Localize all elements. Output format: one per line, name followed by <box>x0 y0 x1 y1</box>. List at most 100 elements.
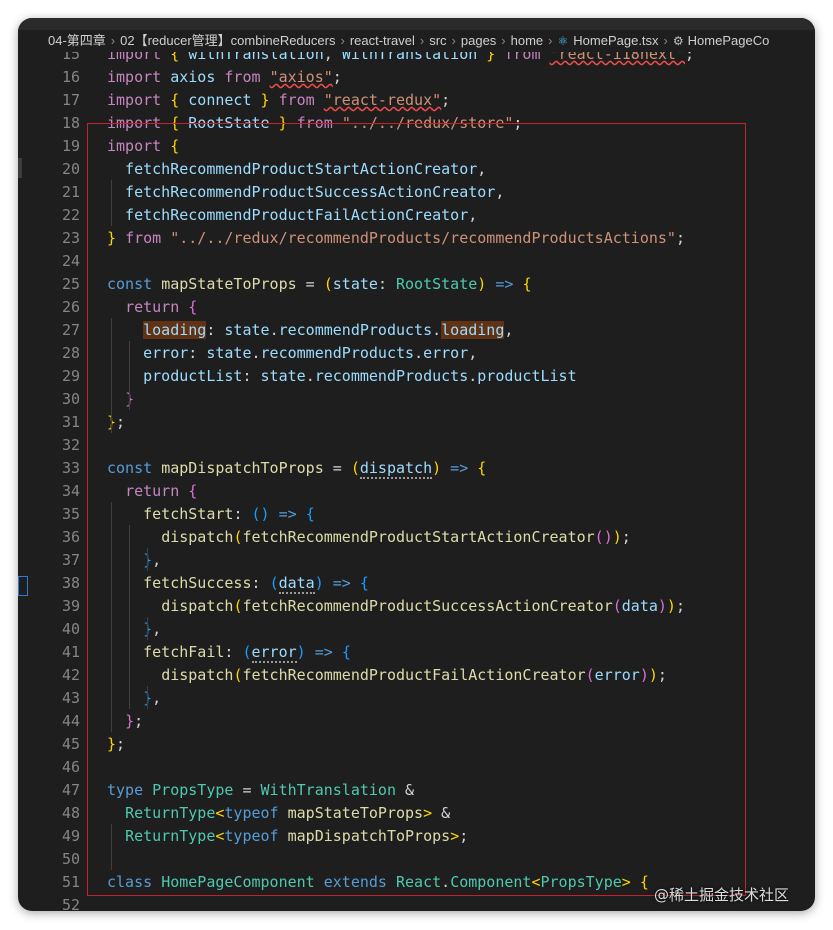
code-line[interactable]: 24 <box>18 250 815 273</box>
code-line[interactable]: 49 ReturnType<typeof mapDispatchToProps>… <box>18 825 815 848</box>
line-number: 21 <box>61 183 80 201</box>
code-token: => <box>486 275 523 293</box>
code-token: from <box>504 52 541 63</box>
code-token: error <box>143 344 189 362</box>
code-line[interactable]: 39 dispatch (fetchRecommendProductSuccess… <box>18 595 815 618</box>
code-line[interactable]: 33 const mapDispatchToProps = (dispatch) … <box>18 457 815 480</box>
breadcrumb[interactable]: 04-第四章 › 02【reducer管理】combineReducers › reac… <box>18 30 815 52</box>
line-number: 36 <box>61 528 80 546</box>
code-token: = <box>296 275 324 293</box>
code-line[interactable]: 50 <box>18 848 815 871</box>
code-token: ReturnType <box>125 827 216 845</box>
code-line[interactable]: 37 }, <box>18 549 815 572</box>
code-line[interactable]: 34 return { <box>18 480 815 503</box>
code-line[interactable]: 29 productList: state.recommendProducts.… <box>18 365 815 388</box>
breadcrumb-item[interactable]: 04-第四章 <box>48 33 106 48</box>
breadcrumb-item[interactable]: react-travel <box>350 33 415 48</box>
code-line[interactable]: 17 import { connect } from "react-redux"; <box>18 89 815 112</box>
breadcrumb-item[interactable]: 02【reducer管理】combineReducers <box>120 33 335 48</box>
code-token: data <box>621 597 658 615</box>
code-line[interactable]: 38 fetchSuccess: (data) => { <box>18 572 815 595</box>
code-line[interactable]: 19 import { <box>18 135 815 158</box>
code-token: from <box>278 91 315 109</box>
code-token: ( <box>269 574 279 592</box>
code-line[interactable]: 16 import axios from "axios"; <box>18 66 815 89</box>
code-token: state <box>332 275 378 293</box>
code-token: class <box>107 873 153 891</box>
code-line[interactable]: 48 ReturnType<typeof mapStateToProps> & <box>18 802 815 825</box>
code-token: { <box>188 482 198 500</box>
code-line[interactable]: 26 return { <box>18 296 815 319</box>
code-line[interactable]: 42 dispatch (fetchRecommendProductFailAct… <box>18 664 815 687</box>
code-line[interactable]: 23} from "../../redux/recommendProducts/… <box>18 227 815 250</box>
line-number: 22 <box>61 206 80 224</box>
code-token: React <box>396 873 442 891</box>
code-token: { <box>305 505 315 523</box>
code-token: const <box>107 459 153 477</box>
code-line[interactable]: 35 fetchStart: () => { <box>18 503 815 526</box>
code-token: dispatch <box>161 597 234 615</box>
line-number: 20 <box>61 160 80 178</box>
code-token: ReturnType <box>125 804 216 822</box>
code-line[interactable]: 43 }, <box>18 687 815 710</box>
code-line[interactable]: 15 import { withTranslation, WithTranslat… <box>18 52 815 66</box>
breadcrumb-item[interactable]: home <box>511 33 544 48</box>
code-token: { <box>522 275 532 293</box>
code-line[interactable]: 25 const mapStateToProps = (state: RootSt… <box>18 273 815 296</box>
code-line[interactable]: 46 <box>18 756 815 779</box>
code-line[interactable]: 22 fetchRecommendProductFailActionCreato… <box>18 204 815 227</box>
code-line[interactable]: 27 loading: state.recommendProducts.load… <box>18 319 815 342</box>
code-editor[interactable]: 15 import { withTranslation, WithTranslat… <box>18 52 815 911</box>
code-token: { <box>161 137 180 155</box>
code-token: , <box>152 689 162 707</box>
code-token: ) <box>666 597 676 615</box>
code-token: , <box>504 321 514 339</box>
code-token: > <box>621 873 631 891</box>
code-line[interactable]: 40 }, <box>18 618 815 641</box>
line-number: 41 <box>61 643 80 661</box>
code-token: recommendProducts <box>260 344 415 362</box>
code-line[interactable]: 18 import { RootState } from "../../redux… <box>18 112 815 135</box>
code-token: ( <box>242 643 252 661</box>
code-token: = <box>323 459 351 477</box>
breadcrumb-item[interactable]: src <box>429 33 446 48</box>
code-line[interactable]: 44 }; <box>18 710 815 733</box>
code-token: . <box>414 344 424 362</box>
code-line[interactable]: 32 <box>18 434 815 457</box>
chevron-right-icon: › <box>110 33 116 48</box>
breadcrumb-file[interactable]: HomePage.tsx <box>573 33 658 48</box>
code-token: import <box>107 114 162 132</box>
line-number: 17 <box>61 91 80 109</box>
code-line[interactable]: 45}; <box>18 733 815 756</box>
code-line[interactable]: 28 error: state.recommendProducts.error, <box>18 342 815 365</box>
code-line[interactable]: 20 fetchRecommendProductStartActionCreat… <box>18 158 815 181</box>
code-line[interactable]: 30 } <box>18 388 815 411</box>
breadcrumb-symbol[interactable]: HomePageCo <box>688 33 770 48</box>
code-line[interactable]: 47 type PropsType = WithTranslation & <box>18 779 815 802</box>
code-token: ( <box>612 597 622 615</box>
code-token: return <box>125 482 180 500</box>
code-token: typeof <box>224 804 279 822</box>
code-line[interactable]: 21 fetchRecommendProductSuccessActionCre… <box>18 181 815 204</box>
code-token: { <box>341 643 351 661</box>
code-line[interactable]: 36 dispatch(fetchRecommendProductStartAc… <box>18 526 815 549</box>
code-line[interactable]: 41 fetchFail: (error) => { <box>18 641 815 664</box>
breadcrumb-item[interactable]: pages <box>461 33 496 48</box>
code-token: } <box>107 229 117 247</box>
code-token: fetchStart <box>143 505 234 523</box>
line-number: 46 <box>61 758 80 776</box>
indent-guide <box>111 502 112 732</box>
code-token: fetchFail <box>143 643 225 661</box>
code-token: ) <box>657 597 667 615</box>
code-line[interactable]: 31}; <box>18 411 815 434</box>
line-number: 47 <box>61 781 80 799</box>
code-token: , <box>468 344 478 362</box>
code-token: extends <box>323 873 387 891</box>
